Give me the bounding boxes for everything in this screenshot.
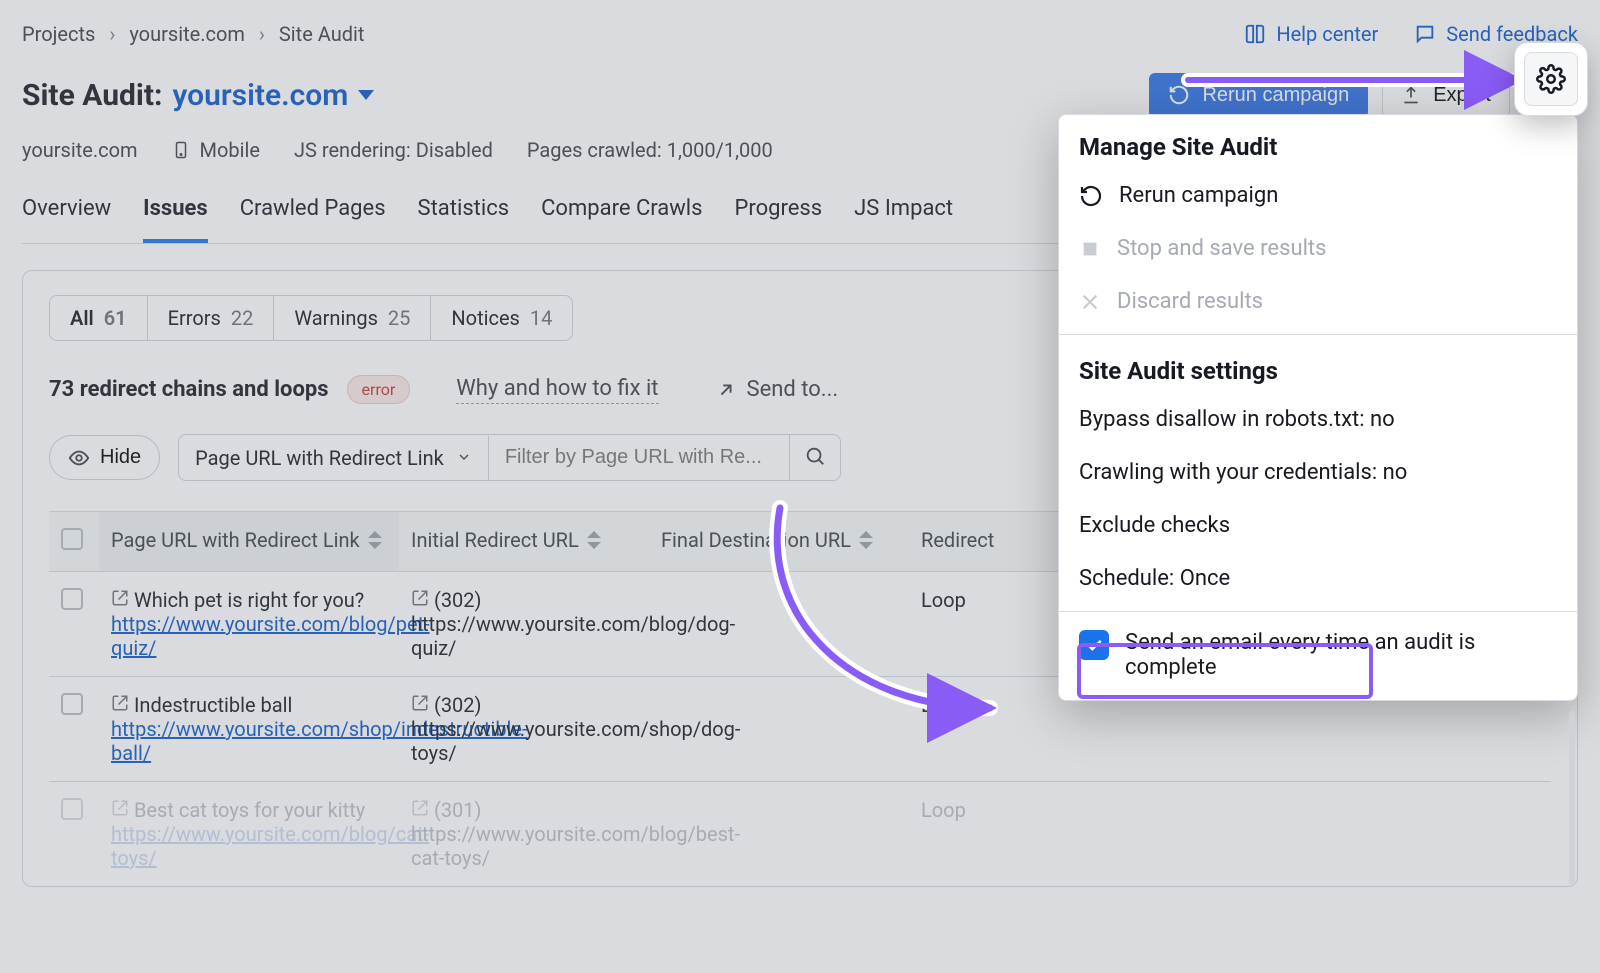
col-redirect[interactable]: Redirect [921,528,994,552]
chat-icon [1414,23,1436,45]
external-link-icon [411,589,429,607]
setting-credentials[interactable]: Crawling with your credentials: no [1059,446,1577,499]
setting-schedule[interactable]: Schedule: Once [1059,552,1577,605]
sort-icon [368,531,382,549]
rerun-label: Rerun campaign [1202,84,1349,107]
external-link-icon [411,799,429,817]
popover-heading: Site Audit settings [1059,339,1577,393]
mobile-icon [172,139,190,161]
external-link-icon [111,799,129,817]
site-selector[interactable]: yoursite.com [172,78,374,113]
breadcrumb-item[interactable]: Projects [22,22,95,46]
error-badge: error [347,375,411,404]
settings-gear-highlight [1524,52,1578,106]
upload-icon [1401,85,1421,105]
filter-input[interactable] [489,436,789,479]
tab-js-impact[interactable]: JS Impact [854,196,953,243]
popover-discard: Discard results [1059,275,1577,328]
breadcrumb-item[interactable]: yoursite.com [129,22,245,46]
col-page-url[interactable]: Page URL with Redirect Link [111,528,360,552]
why-fix-link[interactable]: Why and how to fix it [456,376,658,404]
chevron-right-icon: › [109,22,115,46]
tab-issues[interactable]: Issues [143,196,208,243]
stop-icon [1079,238,1101,260]
breadcrumb: Projects › yoursite.com › Site Audit [22,22,364,46]
scrollbar[interactable] [1569,711,1575,885]
meta-domain: yoursite.com [22,138,138,162]
site-name: yoursite.com [172,78,348,113]
chip-warnings[interactable]: Warnings25 [274,296,431,340]
col-final-destination[interactable]: Final Destination URL [661,528,851,552]
export-label: Export [1433,84,1491,107]
chip-notices[interactable]: Notices14 [431,296,572,340]
filter-column-select[interactable]: Page URL with Redirect Link [179,436,489,480]
meta-js: JS rendering: Disabled [294,138,493,162]
chevron-right-icon: › [259,22,265,46]
settings-button[interactable] [1524,52,1578,106]
divider [1059,334,1577,335]
chevron-down-icon [358,90,374,100]
row-checkbox[interactable] [61,798,83,820]
sort-icon [859,531,873,549]
gear-icon [1536,64,1566,94]
rerun-icon [1079,184,1103,208]
external-link-icon [111,589,129,607]
share-icon [715,379,737,401]
row-checkbox[interactable] [61,588,83,610]
checkbox-checked-icon [1079,630,1109,660]
col-initial-redirect[interactable]: Initial Redirect URL [411,528,579,552]
external-link-icon [111,694,129,712]
meta-device: Mobile [172,138,260,162]
row-url[interactable]: https://www.yoursite.com/blog/pet-quiz/ [111,612,430,660]
select-all-checkbox[interactable] [61,528,83,550]
tab-progress[interactable]: Progress [735,196,823,243]
popover-stop: Stop and save results [1059,222,1577,275]
external-link-icon [411,694,429,712]
settings-popover: Manage Site Audit Rerun campaign Stop an… [1058,114,1578,701]
chip-all[interactable]: All61 [50,296,148,340]
row-url[interactable]: https://www.yoursite.com/blog/cat-toys/ [111,822,429,870]
row-checkbox[interactable] [61,693,83,715]
setting-exclude-checks[interactable]: Exclude checks [1059,499,1577,552]
setting-email-toggle[interactable]: Send an email every time an audit is com… [1059,616,1577,694]
issue-title: 73 redirect chains and loops [49,377,329,402]
issue-type-filter: All61 Errors22 Warnings25 Notices14 [49,295,573,341]
tab-compare-crawls[interactable]: Compare Crawls [541,196,702,243]
tab-overview[interactable]: Overview [22,196,111,243]
popover-heading: Manage Site Audit [1059,115,1577,169]
table-row: Best cat toys for your kitty https://www… [49,782,1551,887]
eye-icon [68,447,90,469]
tab-statistics[interactable]: Statistics [418,196,510,243]
breadcrumb-item[interactable]: Site Audit [279,22,365,46]
export-button[interactable]: Export [1382,73,1510,118]
help-center-label: Help center [1276,22,1378,46]
tab-crawled-pages[interactable]: Crawled Pages [240,196,386,243]
rerun-button[interactable]: Rerun campaign [1149,73,1368,118]
chevron-down-icon [456,446,472,470]
rerun-icon [1168,84,1190,106]
search-icon [804,445,826,467]
help-center-link[interactable]: Help center [1244,22,1378,46]
chip-errors[interactable]: Errors22 [148,296,275,340]
book-icon [1244,23,1266,45]
send-to-dropdown[interactable]: Send to... [715,377,839,402]
close-icon [1079,291,1101,313]
search-button[interactable] [789,435,840,480]
sort-icon [587,531,601,549]
hide-button[interactable]: Hide [49,435,160,480]
popover-rerun[interactable]: Rerun campaign [1059,169,1577,222]
setting-bypass[interactable]: Bypass disallow in robots.txt: no [1059,393,1577,446]
divider [1059,611,1577,612]
meta-pages: Pages crawled: 1,000/1,000 [527,138,773,162]
page-title: Site Audit: [22,78,162,113]
